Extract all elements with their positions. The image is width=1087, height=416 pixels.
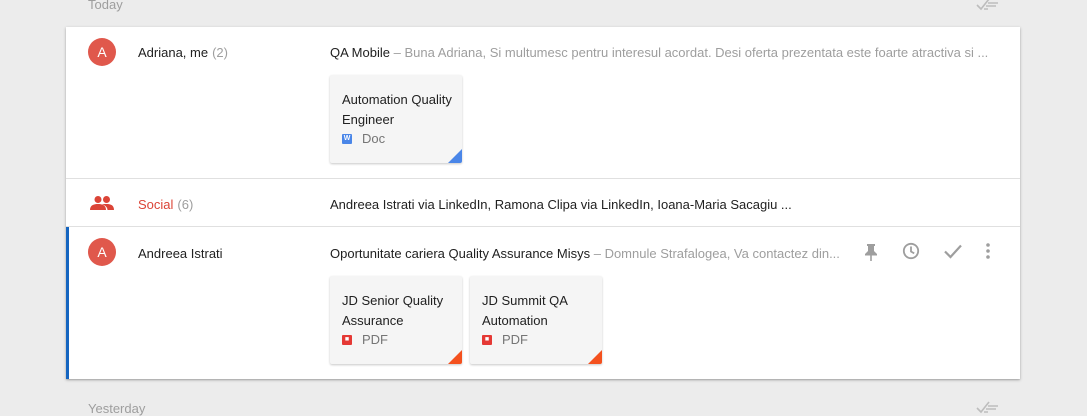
thread-subject: QA Mobile bbox=[330, 45, 390, 60]
attachment-title: JD Summit QA Automation bbox=[482, 293, 568, 328]
social-bundle-row[interactable]: Social (6) Andreea Istrati via LinkedIn, … bbox=[66, 179, 1020, 226]
attachment-type: ■ PDF bbox=[342, 332, 388, 347]
thread-row-selected[interactable]: A Andreea Istrati Oportunitate cariera Q… bbox=[66, 227, 1020, 379]
thread-count: (2) bbox=[212, 45, 228, 60]
pdf-icon: ■ bbox=[342, 334, 352, 345]
sender-name: Adriana, me bbox=[138, 45, 209, 60]
attachment-type: ■ PDF bbox=[482, 332, 528, 347]
pdf-fold-corner bbox=[588, 350, 602, 364]
attachment-type-label: PDF bbox=[362, 332, 388, 347]
doc-fold-corner bbox=[448, 149, 462, 163]
thread-snippet: – Domnule Strafalogea, Va contactez din.… bbox=[590, 246, 840, 261]
more-icon[interactable] bbox=[978, 241, 998, 261]
attachment-chip[interactable]: JD Senior Quality Assurance ■ PDF bbox=[330, 276, 462, 364]
pdf-icon: ■ bbox=[482, 334, 492, 345]
attachment-chip[interactable]: Automation Quality Engineer W Doc bbox=[330, 75, 462, 163]
done-icon[interactable] bbox=[943, 241, 963, 261]
people-icon bbox=[90, 196, 114, 210]
avatar: A bbox=[88, 238, 116, 266]
thread-sender: Andreea Istrati bbox=[138, 246, 223, 261]
section-label-today: Today bbox=[88, 0, 123, 12]
bundle-summary: Andreea Istrati via LinkedIn, Ramona Cli… bbox=[330, 197, 792, 212]
thread-row[interactable]: A Adriana, me (2) QA Mobile – Buna Adrian… bbox=[66, 27, 1020, 178]
attachment-title: Automation Quality Engineer bbox=[342, 92, 452, 127]
avatar: A bbox=[88, 38, 116, 66]
social-label: Social (6) bbox=[138, 197, 193, 212]
snooze-icon[interactable] bbox=[901, 241, 921, 261]
thread-subject: Oportunitate cariera Quality Assurance M… bbox=[330, 246, 591, 261]
bundle-count: (6) bbox=[177, 197, 194, 212]
sweep-icon[interactable] bbox=[975, 400, 999, 416]
attachment-title: JD Senior Quality Assurance bbox=[342, 293, 444, 328]
thread-summary: Oportunitate cariera Quality Assurance M… bbox=[330, 246, 850, 261]
selection-indicator bbox=[66, 227, 69, 379]
pin-icon[interactable] bbox=[861, 242, 881, 262]
thread-sender: Adriana, me (2) bbox=[138, 45, 228, 60]
attachment-type: W Doc bbox=[342, 131, 385, 146]
word-doc-icon: W bbox=[342, 133, 352, 144]
section-label-yesterday: Yesterday bbox=[88, 401, 146, 416]
pdf-fold-corner bbox=[448, 350, 462, 364]
attachment-chip[interactable]: JD Summit QA Automation ■ PDF bbox=[470, 276, 602, 364]
thread-snippet: – Buna Adriana, Si multumesc pentru inte… bbox=[389, 45, 989, 60]
sweep-icon[interactable] bbox=[975, 0, 999, 13]
thread-summary: QA Mobile – Buna Adriana, Si multumesc p… bbox=[330, 45, 998, 60]
attachment-type-label: PDF bbox=[502, 332, 528, 347]
inbox-card: A Adriana, me (2) QA Mobile – Buna Adrian… bbox=[66, 27, 1020, 379]
attachment-type-label: Doc bbox=[362, 131, 386, 146]
bundle-name: Social bbox=[138, 197, 174, 212]
